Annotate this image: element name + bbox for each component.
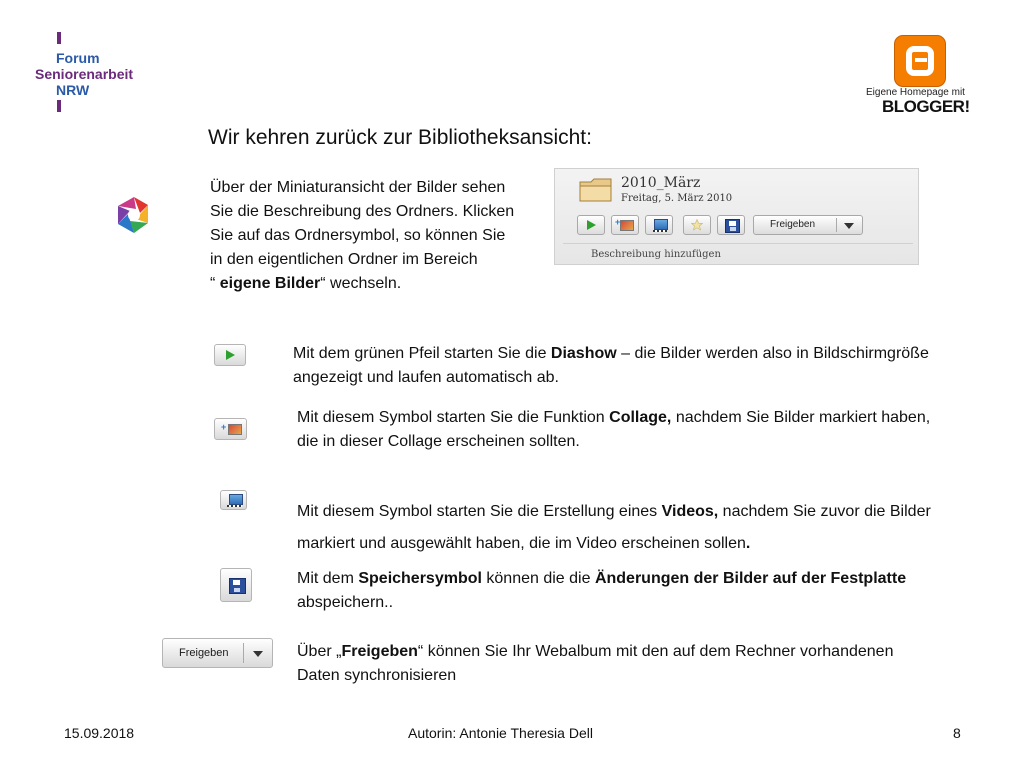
- folder-date: Freitag, 5. März 2010: [621, 193, 733, 204]
- star-icon: [691, 219, 703, 231]
- share-text-pre: Über „: [297, 643, 342, 660]
- collage-text-pre: Mit diesem Symbol starten Sie die Funkti…: [297, 409, 610, 426]
- picasa-icon: [118, 197, 148, 233]
- footer-page-number: 8: [953, 725, 961, 741]
- toolbar-star-button[interactable]: [683, 215, 711, 235]
- toolbar-video-button[interactable]: [645, 215, 673, 235]
- toolbar-play-button[interactable]: [577, 215, 605, 235]
- intro-text: Über der Miniaturansicht der Bilder sehe…: [210, 179, 515, 268]
- share-text-bold: Freigeben: [341, 643, 418, 660]
- add-description-link[interactable]: Beschreibung hinzufügen: [591, 249, 721, 260]
- share-button-label: Freigeben: [179, 647, 229, 659]
- collage-button[interactable]: +: [214, 418, 247, 440]
- footer-author: Autorin: Antonie Theresia Dell: [408, 725, 593, 741]
- logo-line-nrw: NRW: [56, 82, 90, 98]
- video-icon: [654, 219, 668, 230]
- floppy-icon: [725, 219, 740, 233]
- intro-quote-close: “ wechseln.: [320, 275, 402, 292]
- intro-paragraph: Über der Miniaturansicht der Bilder sehe…: [210, 176, 520, 296]
- blogger-wordmark: BLOGGER!: [882, 97, 970, 116]
- toolbar-share-button[interactable]: Freigeben: [753, 215, 863, 235]
- library-toolbar-screenshot: 2010_März Freitag, 5. März 2010 + Freige…: [554, 168, 919, 265]
- save-text-bold1: Speichersymbol: [358, 570, 482, 587]
- video-icon: [229, 494, 243, 505]
- folder-icon[interactable]: [579, 177, 613, 203]
- logo-bar-top: [57, 32, 61, 44]
- save-text-post: abspeichern..: [297, 594, 394, 611]
- video-text-pre: Mit diesem Symbol starten Sie die Erstel…: [297, 503, 662, 520]
- intro-quote-open: “: [210, 275, 220, 292]
- toolbar-save-button[interactable]: [717, 215, 745, 235]
- blogger-logo: Eigene Homepage mit BLOGGER!: [862, 35, 982, 119]
- video-description: Mit diesem Symbol starten Sie die Erstel…: [297, 496, 937, 560]
- collage-icon: [228, 424, 242, 435]
- save-text-pre: Mit dem: [297, 570, 359, 587]
- save-text-bold2: Änderungen der Bilder auf der Festplatte: [594, 570, 907, 587]
- chevron-down-icon: [253, 651, 263, 657]
- save-text-mid: können die die: [481, 570, 595, 587]
- collage-icon: [620, 220, 634, 231]
- footer-date: 15.09.2018: [64, 725, 135, 741]
- collage-text-bold: Collage,: [609, 409, 672, 426]
- slide-title: Wir kehren zurück zur Bibliotheksansicht…: [208, 126, 592, 149]
- toolbar-collage-button[interactable]: +: [611, 215, 639, 235]
- play-icon: [587, 220, 596, 230]
- share-button[interactable]: Freigeben: [162, 638, 273, 668]
- video-text-bold: Videos,: [661, 503, 719, 520]
- logo-line-seniorenarbeit: Seniorenarbeit: [35, 66, 134, 82]
- save-description: Mit dem Speichersymbol können die die Än…: [297, 567, 937, 615]
- collage-description: Mit diesem Symbol starten Sie die Funkti…: [297, 406, 937, 454]
- diashow-description: Mit dem grünen Pfeil starten Sie die Dia…: [293, 342, 933, 390]
- play-icon: [226, 350, 235, 360]
- divider: [563, 243, 913, 244]
- blogger-icon: [894, 35, 946, 87]
- toolbar-share-label: Freigeben: [770, 219, 816, 230]
- intro-quote-bold: eigene Bilder: [219, 275, 321, 292]
- share-description: Über „Freigeben“ können Sie Ihr Webalbum…: [297, 640, 937, 688]
- save-button[interactable]: [220, 568, 252, 602]
- logo-line-forum: Forum: [56, 50, 100, 66]
- folder-name: 2010_März: [621, 175, 701, 191]
- diashow-button[interactable]: [214, 344, 246, 366]
- forum-seniorenarbeit-logo: Forum Seniorenarbeit NRW: [30, 32, 170, 116]
- diashow-text-pre: Mit dem grünen Pfeil starten Sie die: [293, 345, 551, 362]
- chevron-down-icon: [844, 223, 854, 229]
- video-text-end: .: [745, 535, 751, 552]
- diashow-text-bold: Diashow: [550, 345, 617, 362]
- floppy-icon: [229, 578, 246, 594]
- video-button[interactable]: [220, 490, 247, 510]
- logo-bar-bottom: [57, 100, 61, 112]
